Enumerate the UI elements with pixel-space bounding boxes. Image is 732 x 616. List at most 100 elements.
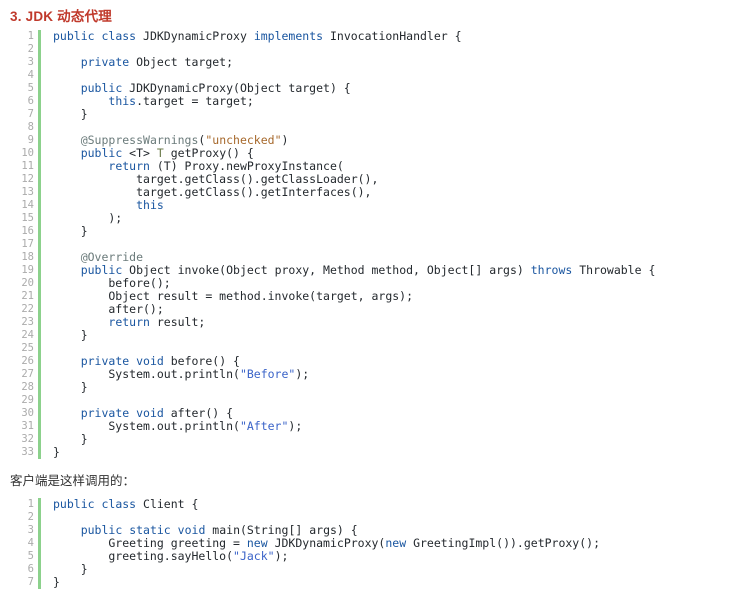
code-token-pln: target.getClass().getInterfaces(), — [53, 186, 372, 199]
line-number: 8 — [27, 121, 34, 133]
code-gutter-rail — [34, 433, 45, 446]
code-line-text: } — [45, 433, 732, 446]
code-line-text: return result; — [45, 316, 732, 329]
code-line: 6 } — [0, 563, 732, 576]
code-token-kw: private — [80, 56, 130, 69]
code-token-kw: public — [80, 147, 123, 160]
code-line-text: target.getClass().getClassLoader(), — [45, 173, 732, 186]
code-line: 21 Object result = method.invoke(target,… — [0, 290, 732, 303]
code-line: 4 — [0, 69, 732, 82]
code-token-pln: Greeting greeting = — [53, 537, 247, 550]
line-number: 4 — [27, 537, 34, 549]
code-token-pln: JDKDynamicProxy( — [267, 537, 386, 550]
code-line: 22 after(); — [0, 303, 732, 316]
code-token-pln: Client { — [136, 498, 199, 511]
code-gutter-rail — [34, 511, 45, 524]
code-line-text: @SuppressWarnings("unchecked") — [45, 134, 732, 147]
code-gutter-rail — [34, 563, 45, 576]
code-line-text: } — [45, 576, 732, 589]
code-token-kw: new — [246, 537, 268, 550]
code-gutter-rail — [34, 147, 45, 160]
line-number: 4 — [27, 69, 34, 81]
code-line: 18 @Override — [0, 251, 732, 264]
code-token-kw: throws — [530, 264, 573, 277]
code-token-str: "Jack" — [233, 550, 275, 563]
line-number: 20 — [21, 277, 34, 289]
line-number: 13 — [21, 186, 34, 198]
code-gutter-rail — [34, 381, 45, 394]
page-title: 3. JDK 动态代理 — [10, 9, 112, 24]
code-gutter-rail — [34, 277, 45, 290]
code-token-pln: } — [53, 576, 60, 589]
code-gutter-rail — [34, 446, 45, 459]
code-line: 25 — [0, 342, 732, 355]
code-line: 19 public Object invoke(Object proxy, Me… — [0, 264, 732, 277]
code-line: 6 this.target = target; — [0, 95, 732, 108]
code-line: 5 public JDKDynamicProxy(Object target) … — [0, 82, 732, 95]
code-token-pln: JDKDynamicProxy — [136, 30, 254, 43]
code-gutter-rail — [34, 537, 45, 550]
code-line-text: greeting.sayHello("Jack"); — [45, 550, 732, 563]
line-number: 12 — [21, 173, 34, 185]
line-number: 9 — [27, 134, 34, 146]
code-token-pln: } — [53, 563, 88, 576]
code-token-pln — [53, 407, 81, 420]
code-line: 30 private void after() { — [0, 407, 732, 420]
code-line: 17 — [0, 238, 732, 251]
code-line: 32 } — [0, 433, 732, 446]
code-token-pln — [53, 95, 108, 108]
code-token-kw: return — [108, 316, 150, 329]
line-number: 33 — [21, 446, 34, 458]
code-gutter-rail — [34, 160, 45, 173]
line-number: 5 — [27, 82, 34, 94]
line-number: 16 — [21, 225, 34, 237]
code-token-str: "Before" — [239, 368, 296, 381]
code-line: 3 public static void main(String[] args)… — [0, 524, 732, 537]
code-line: 4 Greeting greeting = new JDKDynamicProx… — [0, 537, 732, 550]
code-token-pln: System.out.println( — [53, 368, 240, 381]
code-rows: 1 public class Client {2 3 public static … — [0, 498, 732, 589]
code-line: 7 } — [0, 108, 732, 121]
code-gutter-rail — [34, 186, 45, 199]
code-gutter-rail — [34, 238, 45, 251]
code-token-kw: static — [129, 524, 171, 537]
code-line-text: Greeting greeting = new JDKDynamicProxy(… — [45, 537, 732, 550]
code-line: 5 greeting.sayHello("Jack"); — [0, 550, 732, 563]
code-token-pln: InvocationHandler { — [323, 30, 462, 43]
code-token-kw: void — [177, 524, 206, 537]
code-token-ann: @Override — [80, 251, 144, 264]
code-token-pln: greeting.sayHello( — [53, 550, 234, 563]
line-number: 11 — [21, 160, 34, 172]
code-line: 1 public class JDKDynamicProxy implements… — [0, 30, 732, 43]
code-token-pln: } — [53, 433, 88, 446]
code-line-text: private void before() { — [45, 355, 732, 368]
code-token-kw: this — [136, 199, 164, 212]
code-gutter-rail — [34, 199, 45, 212]
code-token-kw: public — [53, 498, 95, 511]
code-token-pln: before(); — [53, 277, 171, 290]
code-line: 33} — [0, 446, 732, 459]
code-line-text: } — [45, 381, 732, 394]
code-token-pln: after(); — [53, 303, 164, 316]
code-gutter-rail — [34, 407, 45, 420]
code-block-client-usage[interactable]: 1 public class Client {2 3 public static … — [0, 498, 732, 589]
code-token-pln: } — [53, 329, 88, 342]
line-number: 32 — [21, 433, 34, 445]
code-token-typ: T — [156, 147, 164, 160]
code-gutter-rail — [34, 355, 45, 368]
code-token-pln: (T) Proxy.newProxyInstance( — [149, 160, 344, 173]
code-token-pln: Object result = method.invoke(target, ar… — [53, 290, 414, 303]
code-block-jdk-dynamic-proxy[interactable]: 1 public class JDKDynamicProxy implements… — [0, 30, 732, 459]
code-token-pln: <T> — [122, 147, 157, 160]
code-line: 12 target.getClass().getClassLoader(), — [0, 173, 732, 186]
code-line: 2 — [0, 511, 732, 524]
line-number: 5 — [27, 550, 34, 562]
code-line-text: } — [45, 446, 732, 459]
code-token-kw: public — [80, 82, 123, 95]
client-usage-paragraph: 客户端是这样调用的： — [10, 474, 136, 488]
line-number: 14 — [21, 199, 34, 211]
